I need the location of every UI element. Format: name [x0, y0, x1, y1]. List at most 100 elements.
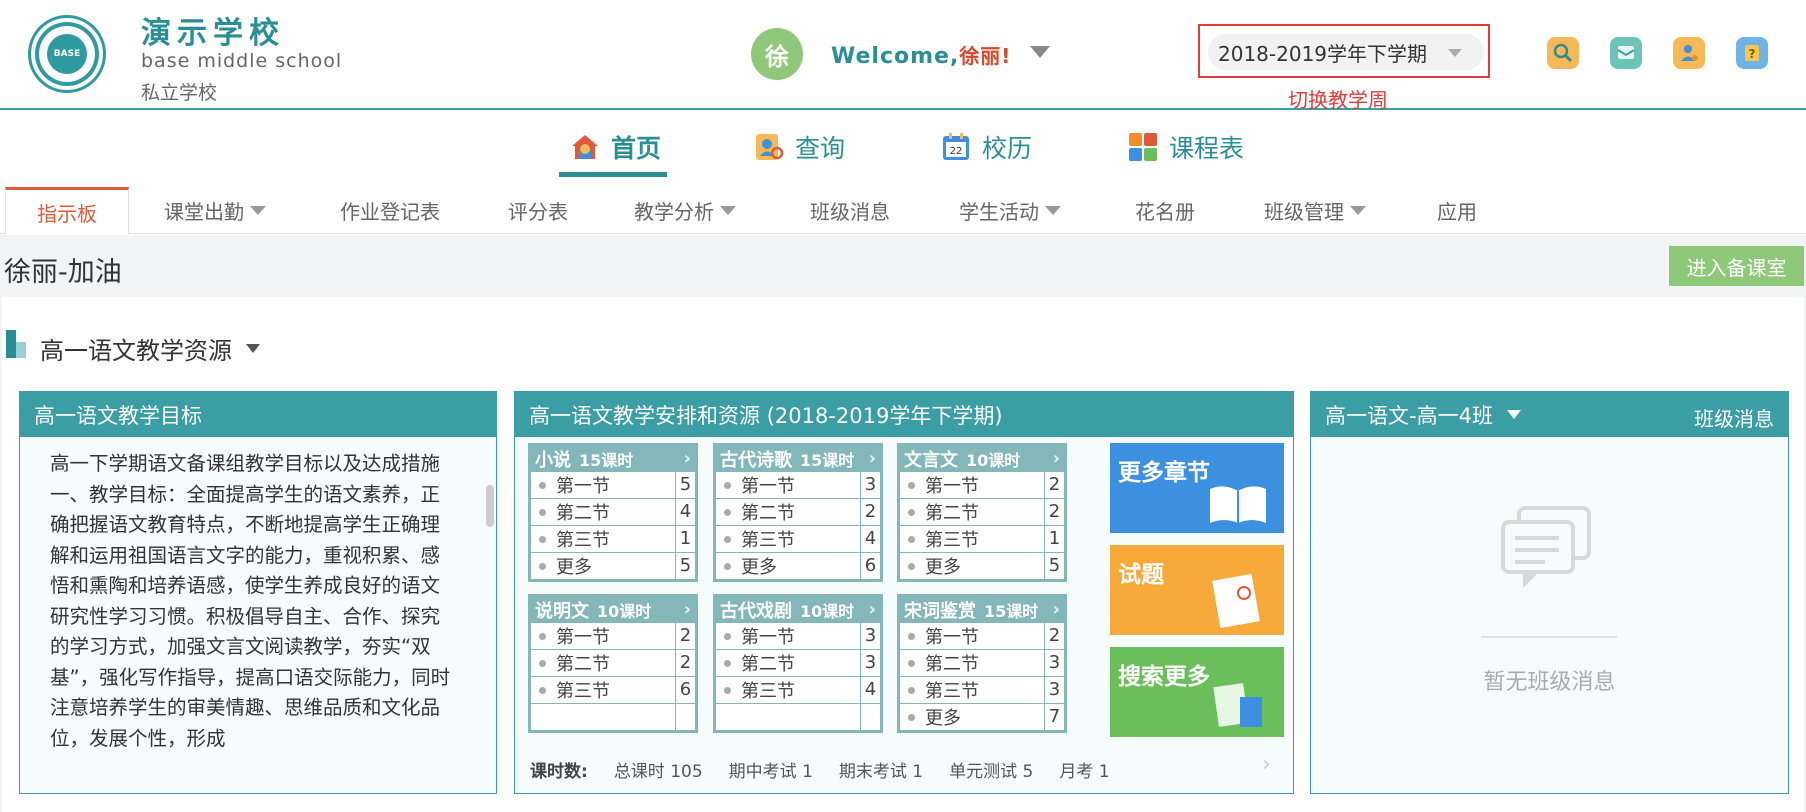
tab-teaching-analysis[interactable]: 教学分析	[620, 187, 750, 234]
chevron-down-icon	[250, 206, 266, 215]
unit-row[interactable]: 第三节 1	[531, 526, 695, 552]
chevron-right-icon[interactable]: ›	[869, 599, 876, 620]
stat-monthly: 月考 1	[1059, 762, 1110, 782]
chevron-right-icon[interactable]: ›	[1053, 448, 1060, 469]
chevron-down-icon	[1045, 206, 1061, 215]
user-settings-icon[interactable]	[1673, 37, 1705, 69]
tab-label: 指示板	[37, 201, 97, 226]
main-nav-schedule[interactable]: 课程表	[1127, 122, 1244, 172]
unit-row[interactable]: 第一节 3	[716, 472, 880, 498]
tab-dashboard[interactable]: 指示板	[5, 187, 129, 234]
stat-final: 期末考试 1	[838, 762, 924, 782]
unit-name: 说明文	[535, 600, 589, 622]
main-nav-calendar[interactable]: 22 校历	[940, 122, 1032, 172]
main-nav-active-indicator	[559, 172, 667, 177]
tab-label: 学生活动	[959, 200, 1039, 224]
tab-class-management[interactable]: 班级管理	[1250, 187, 1380, 234]
svg-text:?: ?	[1749, 47, 1756, 61]
search-icon[interactable]	[1547, 37, 1579, 69]
tab-apps[interactable]: 应用	[1420, 187, 1494, 234]
tab-homework-register[interactable]: 作业登记表	[325, 187, 455, 234]
unit-card-ancient-poetry[interactable]: 古代诗歌 15课时 › 第一节 3 第二节 2 第三节 4 更多 6	[713, 443, 883, 582]
unit-card-expository[interactable]: 说明文 10课时 › 第一节 2 第二节 2 第三节 6	[528, 594, 698, 733]
tab-attendance[interactable]: 课堂出勤	[150, 187, 280, 234]
unit-card-ancient-drama[interactable]: 古代戏剧 10课时 › 第一节 3 第二节 3 第三节 4	[713, 594, 883, 733]
main-nav-home[interactable]: 首页	[569, 122, 661, 172]
unit-row[interactable]: 更多 6	[716, 553, 880, 579]
main-nav-query[interactable]: 查询	[753, 122, 845, 172]
unit-name: 古代戏剧	[720, 600, 792, 622]
unit-card-song-ci[interactable]: 宋词鉴赏 15课时 › 第一节 2 第二节 3 第三节 3 更多 7	[897, 594, 1067, 733]
term-select[interactable]: 2018-2019学年下学期	[1208, 34, 1484, 70]
main-nav: 首页 查询 22 校历 课程表	[0, 112, 1806, 182]
unit-row[interactable]: 第三节 3	[900, 677, 1064, 703]
unit-row[interactable]: 第三节 4	[716, 677, 880, 703]
tab-grading[interactable]: 评分表	[490, 187, 586, 234]
main-nav-label: 查询	[795, 134, 846, 163]
user-avatar[interactable]: 徐	[751, 28, 803, 80]
school-logo-text: BASE	[47, 34, 87, 74]
more-chapters-tile[interactable]: 更多章节	[1110, 443, 1284, 533]
lesson-stats: 课时数: 总课时 105 期中考试 1 期末考试 1 单元测试 5 月考 1	[530, 757, 1110, 782]
class-select[interactable]: 高一语文-高一4班 班级消息	[1311, 392, 1788, 437]
welcome-prefix: Welcome,	[831, 44, 960, 69]
unit-row[interactable]: 第二节 4	[531, 499, 695, 525]
unit-row[interactable]: 第一节 3	[716, 623, 880, 649]
empty-class-messages: 暂无班级消息	[1483, 670, 1616, 695]
help-icon[interactable]: ?	[1736, 37, 1768, 69]
unit-row[interactable]: 更多 7	[900, 704, 1064, 730]
unit-row[interactable]: 第三节 4	[716, 526, 880, 552]
exam-questions-tile[interactable]: 试题	[1110, 545, 1284, 635]
unit-row[interactable]: 第二节 2	[900, 499, 1064, 525]
unit-row[interactable]: 第三节 6	[531, 677, 695, 703]
schedule-icon	[1129, 133, 1157, 161]
tile-label: 搜索更多	[1118, 664, 1210, 690]
open-book-icon	[1210, 486, 1266, 523]
chevron-right-icon[interactable]: ›	[684, 448, 691, 469]
unit-row[interactable]: 第一节 2	[900, 472, 1064, 498]
resource-title: 高一语文教学资源	[40, 337, 232, 365]
chevron-right-icon[interactable]: ›	[869, 448, 876, 469]
tab-class-messages[interactable]: 班级消息	[790, 187, 910, 234]
class-messages-link[interactable]: 班级消息	[1694, 403, 1774, 432]
tab-label: 班级消息	[810, 200, 890, 224]
stat-unit-test: 单元测试 5	[949, 762, 1034, 782]
unit-row[interactable]: 更多 5	[900, 553, 1064, 579]
unit-card-classical-chinese[interactable]: 文言文 10课时 › 第一节 2 第二节 2 第三节 1 更多 5	[897, 443, 1067, 582]
chevron-right-icon[interactable]: ›	[684, 599, 691, 620]
chevron-right-icon[interactable]: ›	[1262, 752, 1271, 777]
user-menu-caret-icon[interactable]	[1030, 46, 1050, 58]
tab-label: 作业登记表	[340, 200, 440, 224]
search-more-tile[interactable]: 搜索更多	[1110, 647, 1284, 737]
unit-hours: 15课时	[984, 601, 1039, 621]
unit-name: 宋词鉴赏	[904, 600, 976, 622]
unit-row[interactable]: 第二节 3	[716, 650, 880, 676]
unit-card-novel[interactable]: 小说 15课时 › 第一节 5 第二节 4 第三节 1 更多 5	[528, 443, 698, 582]
chevron-right-icon[interactable]: ›	[1053, 599, 1060, 620]
term-select-value: 2018-2019学年下学期	[1218, 41, 1428, 66]
scrollbar-thumb[interactable]	[486, 485, 494, 527]
welcome-text[interactable]: Welcome,徐丽!	[831, 40, 1011, 69]
unit-row[interactable]: 第三节 1	[900, 526, 1064, 552]
resource-title-select[interactable]: 高一语文教学资源	[40, 331, 260, 366]
unit-row-empty	[531, 704, 695, 730]
unit-row[interactable]: 第一节 5	[531, 472, 695, 498]
school-logo[interactable]: BASE	[28, 15, 106, 93]
section-marker-accent	[16, 342, 26, 358]
tab-roster[interactable]: 花名册	[1120, 187, 1210, 234]
unit-row[interactable]: 第二节 2	[716, 499, 880, 525]
unit-row[interactable]: 更多 5	[531, 553, 695, 579]
unit-row[interactable]: 第一节 2	[531, 623, 695, 649]
unit-row[interactable]: 第一节 2	[900, 623, 1064, 649]
enter-prep-room-button[interactable]: 进入备课室	[1669, 246, 1804, 286]
unit-row[interactable]: 第二节 3	[900, 650, 1064, 676]
chevron-down-icon	[1350, 206, 1366, 215]
unit-row[interactable]: 第二节 2	[531, 650, 695, 676]
term-selector-highlight: 2018-2019学年下学期	[1198, 24, 1490, 78]
message-book-icon[interactable]	[1610, 37, 1642, 69]
main-nav-label: 校历	[982, 134, 1033, 163]
teaching-goals-text[interactable]: 高一下学期语文备课组教学目标以及达成措施 一、教学目标：全面提高学生的语文素养，…	[20, 437, 496, 793]
tab-label: 课堂出勤	[164, 200, 244, 224]
tab-student-activities[interactable]: 学生活动	[945, 187, 1075, 234]
home-icon	[572, 135, 598, 159]
